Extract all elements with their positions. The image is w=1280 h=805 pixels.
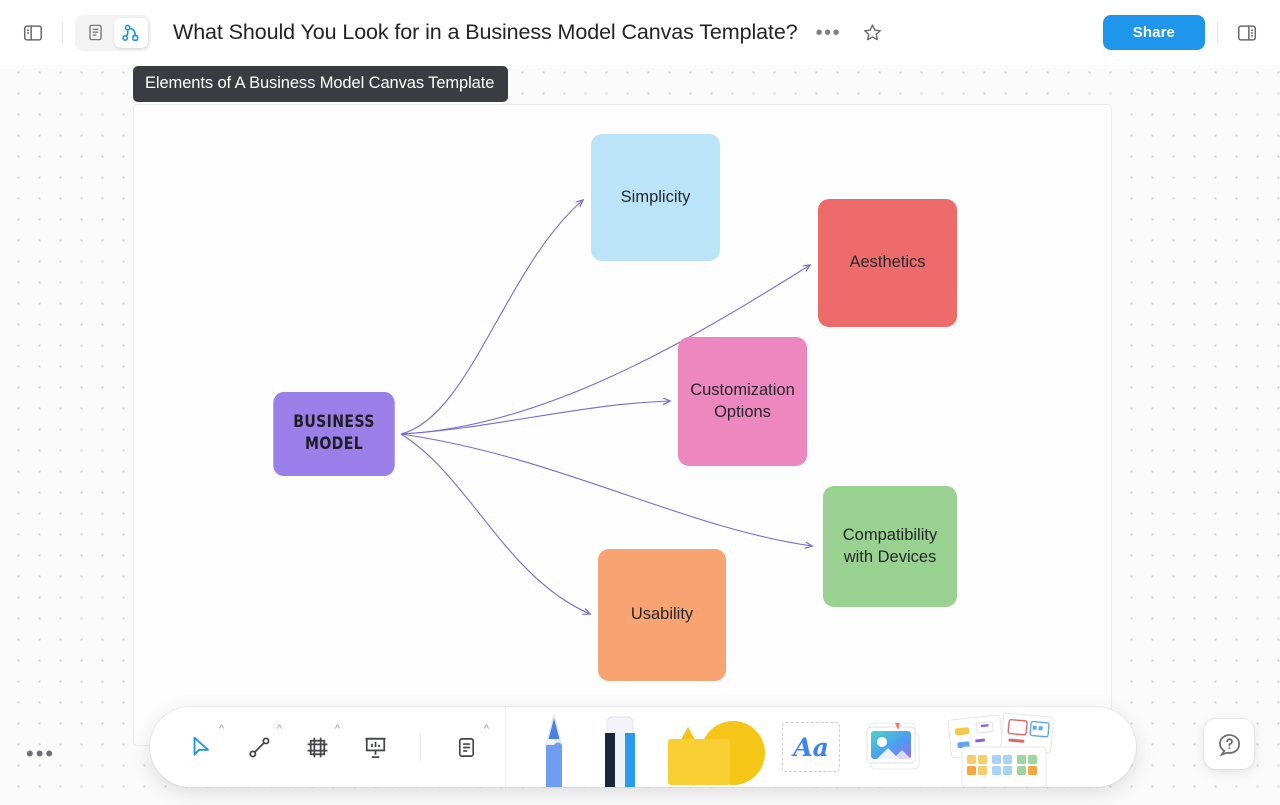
eraser-tool[interactable] (588, 707, 652, 787)
chevron-up-icon: ^ (218, 723, 224, 735)
app-window: Elements of A Business Model Canvas Temp… (0, 0, 1280, 805)
right-panel-icon[interactable] (1230, 16, 1264, 50)
share-button[interactable]: Share (1102, 15, 1205, 50)
page-mode-icon[interactable] (78, 18, 112, 48)
header-divider-right (1217, 21, 1218, 44)
template-tool[interactable] (936, 707, 1064, 787)
toolbar-creative-tools: Aa (506, 707, 1064, 787)
chevron-up-icon: ^ (483, 723, 489, 735)
header-more-menu[interactable]: ••• (816, 16, 842, 50)
note-tool[interactable]: ^ (441, 722, 491, 772)
node-aesthetics[interactable]: Aesthetics (818, 199, 957, 327)
page-title[interactable]: What Should You Look for in a Business M… (173, 20, 798, 45)
pen-tool[interactable] (522, 707, 586, 787)
toolbar-basic-tools: ^ ^ ^ ^ (150, 707, 491, 787)
text-tool-label: Aa (793, 732, 829, 762)
frame-title[interactable]: Elements of A Business Model Canvas Temp… (133, 66, 509, 102)
image-tool[interactable] (850, 707, 934, 787)
node-usability[interactable]: Usability (598, 549, 726, 681)
header-right-group: Share (1102, 15, 1264, 50)
edgeless-toolbar[interactable]: ^ ^ ^ ^ Aa (150, 707, 1136, 787)
connector-tool[interactable]: ^ (234, 722, 284, 772)
chevron-up-icon: ^ (276, 723, 282, 735)
select-tool[interactable]: ^ (176, 722, 226, 772)
canvas-more-menu[interactable]: ••• (26, 743, 55, 765)
node-simplicity[interactable]: Simplicity (591, 134, 720, 261)
help-question-icon[interactable] (1204, 719, 1254, 769)
shape-tool[interactable] (654, 707, 772, 787)
node-compatibility-with-devices[interactable]: Compatibility with Devices (823, 486, 957, 607)
edgeless-canvas[interactable]: Elements of A Business Model Canvas Temp… (0, 57, 1280, 805)
edgeless-mode-icon[interactable] (114, 17, 148, 48)
node-customization-options[interactable]: Customization Options (678, 337, 807, 466)
toolbar-separator (420, 733, 421, 761)
node-business-model[interactable]: BUSINESS MODEL (273, 392, 395, 476)
star-icon[interactable] (855, 16, 889, 50)
frame-tool[interactable]: ^ (292, 722, 342, 772)
chevron-up-icon: ^ (334, 723, 340, 735)
present-tool[interactable] (350, 722, 400, 772)
header-divider (62, 21, 63, 44)
mode-switcher[interactable] (75, 14, 151, 51)
text-tool[interactable]: Aa (774, 707, 848, 787)
app-header: What Should You Look for in a Business M… (0, 0, 1280, 65)
left-panel-icon[interactable] (16, 16, 50, 50)
